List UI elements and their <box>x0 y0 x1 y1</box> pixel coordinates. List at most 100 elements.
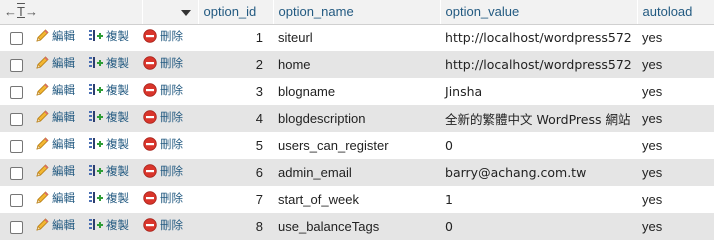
delete-circle-icon <box>143 56 157 70</box>
table-body: 編輯 複製 刪除 1 siteurl http://localhost/word… <box>0 24 714 240</box>
edit-action-cell: 編輯 <box>34 213 88 240</box>
edit-action-cell: 編輯 <box>34 78 88 105</box>
table-row: 編輯 複製 刪除 <box>0 159 714 186</box>
edit-link[interactable]: 編輯 <box>34 217 75 233</box>
delete-action-cell: 刪除 <box>142 186 199 213</box>
delete-link[interactable]: 刪除 <box>142 163 183 179</box>
cell-option-name: home <box>273 51 441 78</box>
copy-action-cell: 複製 <box>88 105 143 132</box>
copy-action-cell: 複製 <box>88 24 143 51</box>
cell-option-value: http://localhost/wordpress572 <box>440 24 638 51</box>
row-checkbox[interactable] <box>10 113 23 127</box>
copy-link[interactable]: 複製 <box>88 28 129 44</box>
copy-insert-icon <box>89 84 103 95</box>
edit-link[interactable]: 編輯 <box>34 55 75 71</box>
delete-circle-icon <box>143 83 157 97</box>
cell-option-value: barry@achang.com.tw <box>440 159 638 186</box>
copy-label: 複製 <box>106 83 129 97</box>
delete-circle-icon <box>143 218 157 232</box>
cell-option-name: start_of_week <box>273 186 441 213</box>
delete-label: 刪除 <box>160 83 184 97</box>
pencil-icon <box>36 164 49 177</box>
edit-link[interactable]: 編輯 <box>34 82 75 98</box>
row-checkbox[interactable] <box>10 221 23 235</box>
cell-option-name: admin_email <box>273 159 441 186</box>
column-header-option-name[interactable]: option_name <box>273 0 441 25</box>
copy-action-cell: 複製 <box>88 186 143 213</box>
copy-link[interactable]: 複製 <box>88 109 129 125</box>
table-row: 編輯 複製 刪除 <box>0 24 714 51</box>
edit-action-cell: 編輯 <box>34 132 88 159</box>
delete-action-cell: 刪除 <box>142 132 199 159</box>
delete-label: 刪除 <box>160 137 184 151</box>
table-row: 編輯 複製 刪除 <box>0 213 714 240</box>
table-header-row: ← T → option_id option_name option_value… <box>0 0 714 25</box>
row-select-cell <box>0 213 34 240</box>
delete-action-cell: 刪除 <box>142 213 199 240</box>
cell-option-value: 0 <box>440 132 638 159</box>
sort-down-triangle-icon[interactable] <box>180 9 192 17</box>
delete-circle-icon <box>143 110 157 124</box>
delete-link[interactable]: 刪除 <box>142 55 183 71</box>
column-header-option-id[interactable]: option_id <box>198 0 274 25</box>
row-checkbox[interactable] <box>10 167 23 181</box>
row-checkbox[interactable] <box>10 140 23 154</box>
row-checkbox[interactable] <box>10 86 23 100</box>
column-header-autoload[interactable]: autoload <box>637 0 714 25</box>
text-toggle-icon[interactable]: T <box>17 4 25 19</box>
delete-link[interactable]: 刪除 <box>142 190 183 206</box>
copy-link[interactable]: 複製 <box>88 190 129 206</box>
edit-label: 編輯 <box>52 191 75 205</box>
sort-dropdown-cell[interactable] <box>142 0 199 25</box>
copy-label: 複製 <box>106 218 129 232</box>
copy-insert-icon <box>89 219 103 230</box>
edit-link[interactable]: 編輯 <box>34 136 75 152</box>
left-arrow-icon[interactable]: ← <box>4 4 17 19</box>
pencil-icon <box>36 110 49 123</box>
edit-link[interactable]: 編輯 <box>34 28 75 44</box>
copy-link[interactable]: 複製 <box>88 217 129 233</box>
delete-action-cell: 刪除 <box>142 105 199 132</box>
delete-circle-icon <box>143 191 157 205</box>
delete-link[interactable]: 刪除 <box>142 217 183 233</box>
edit-link[interactable]: 編輯 <box>34 163 75 179</box>
copy-link[interactable]: 複製 <box>88 55 129 71</box>
delete-link[interactable]: 刪除 <box>142 109 183 125</box>
edit-action-cell: 編輯 <box>34 186 88 213</box>
cell-option-name: blogdescription <box>273 105 441 132</box>
edit-action-cell: 編輯 <box>34 159 88 186</box>
row-checkbox[interactable] <box>10 194 23 208</box>
copy-link[interactable]: 複製 <box>88 82 129 98</box>
delete-link[interactable]: 刪除 <box>142 28 183 44</box>
cell-option-value: 1 <box>440 186 638 213</box>
cell-option-id: 6 <box>198 159 274 186</box>
cell-autoload: yes <box>637 24 714 51</box>
column-toggle-corner[interactable]: ← T → <box>0 0 143 25</box>
table-row: 編輯 複製 刪除 <box>0 51 714 78</box>
right-arrow-icon[interactable]: → <box>25 4 38 19</box>
column-header-option-value[interactable]: option_value <box>440 0 638 25</box>
delete-circle-icon <box>143 29 157 43</box>
delete-label: 刪除 <box>160 218 184 232</box>
copy-link[interactable]: 複製 <box>88 136 129 152</box>
row-select-cell <box>0 78 34 105</box>
results-table: ← T → option_id option_name option_value… <box>0 0 714 240</box>
delete-link[interactable]: 刪除 <box>142 82 183 98</box>
copy-label: 複製 <box>106 137 129 151</box>
cell-option-id: 2 <box>198 51 274 78</box>
edit-label: 編輯 <box>52 56 75 70</box>
edit-link[interactable]: 編輯 <box>34 190 75 206</box>
row-select-cell <box>0 186 34 213</box>
row-checkbox[interactable] <box>10 59 23 73</box>
cell-option-name: use_balanceTags <box>273 213 441 240</box>
copy-link[interactable]: 複製 <box>88 163 129 179</box>
edit-label: 編輯 <box>52 137 75 151</box>
row-checkbox[interactable] <box>10 32 23 46</box>
copy-insert-icon <box>89 138 103 149</box>
copy-label: 複製 <box>106 191 129 205</box>
copy-action-cell: 複製 <box>88 213 143 240</box>
delete-link[interactable]: 刪除 <box>142 136 183 152</box>
row-select-cell <box>0 159 34 186</box>
edit-link[interactable]: 編輯 <box>34 109 75 125</box>
edit-action-cell: 編輯 <box>34 24 88 51</box>
